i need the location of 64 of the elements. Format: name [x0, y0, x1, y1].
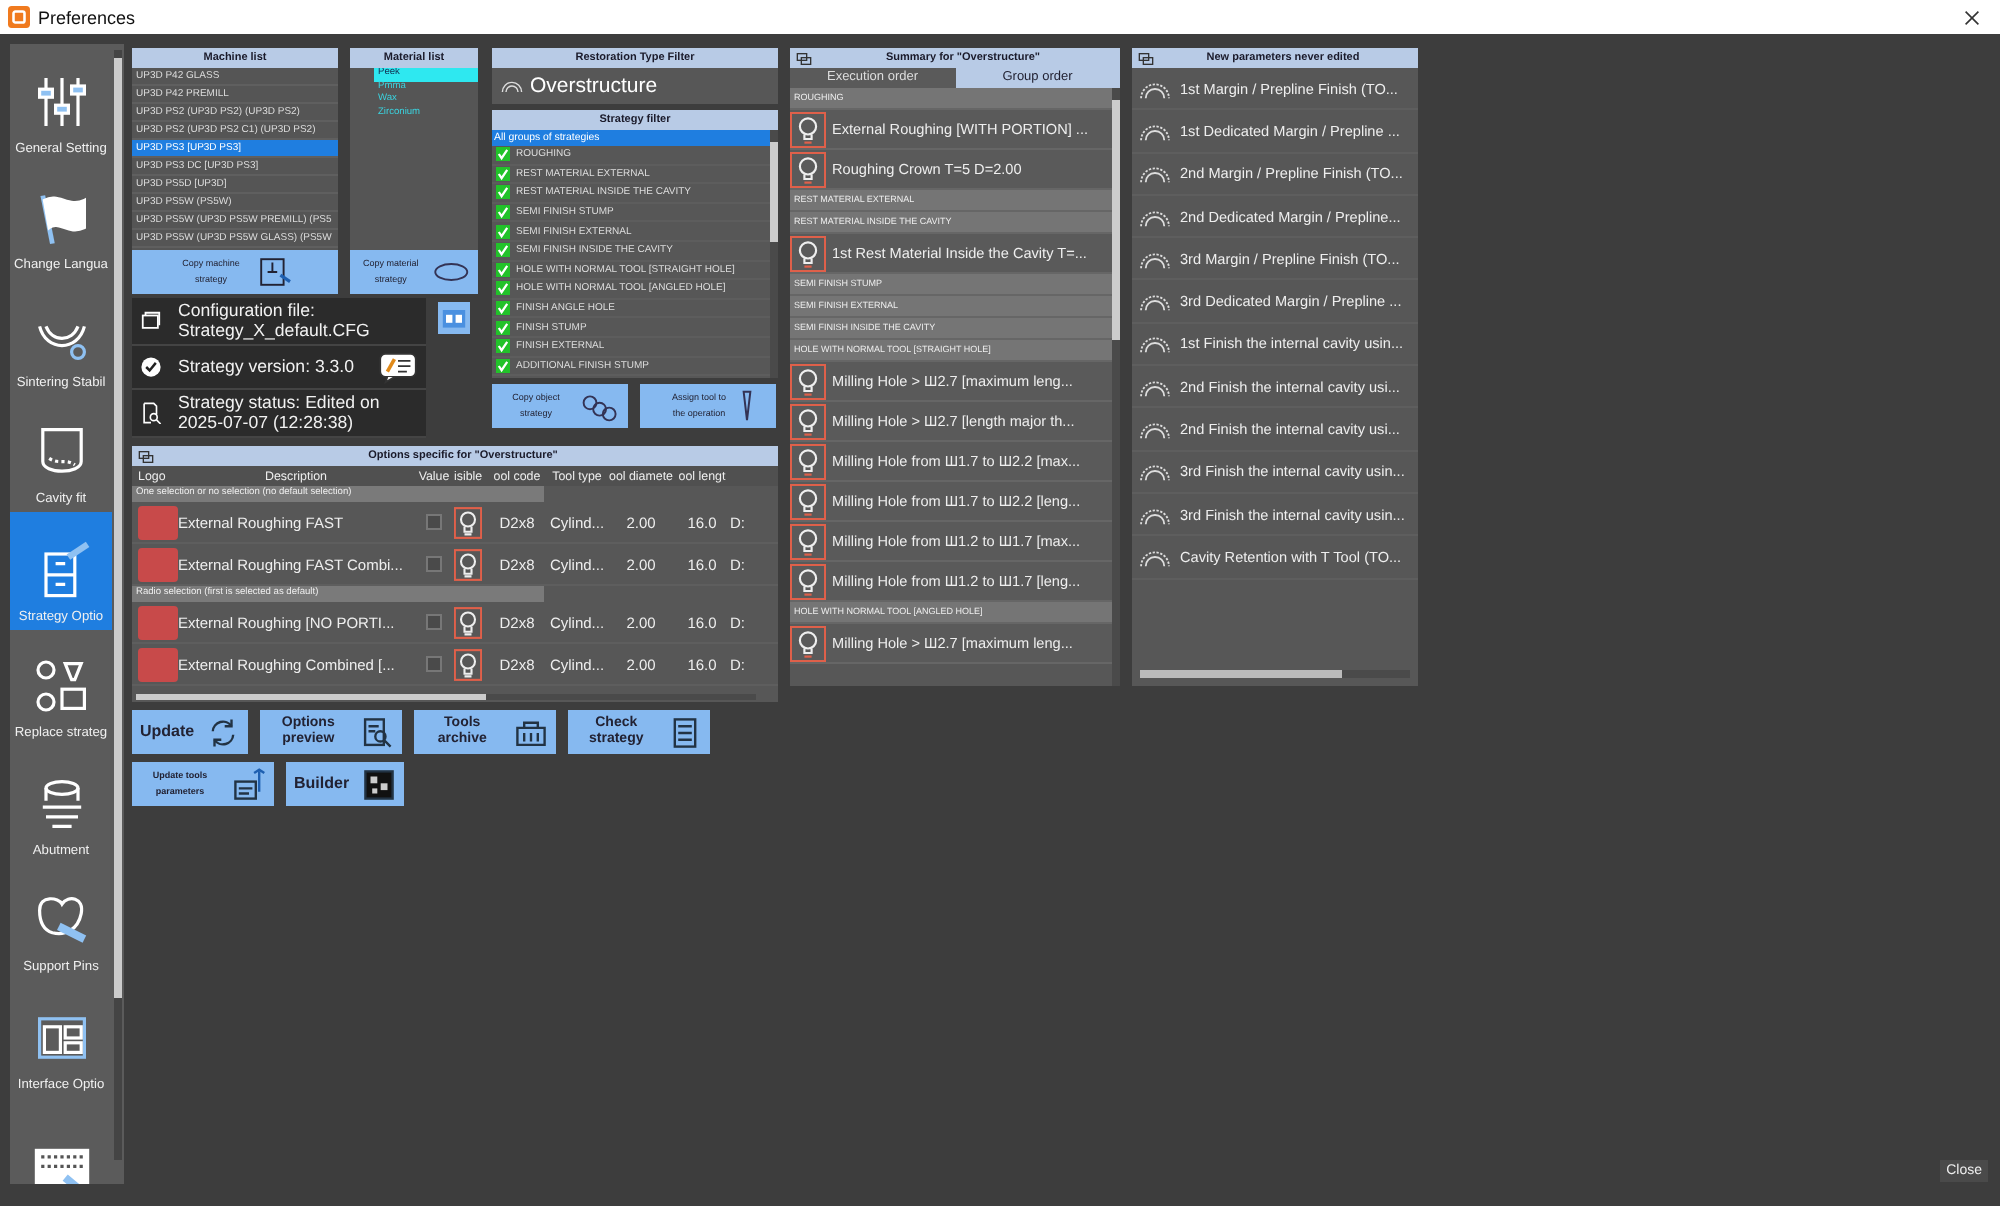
- windows-icon: [1138, 51, 1154, 65]
- lightbulb-icon[interactable]: [454, 605, 482, 639]
- lightbulb-icon[interactable]: [790, 111, 826, 147]
- checkbox[interactable]: [496, 280, 510, 297]
- strategy-version-text: Strategy version: 3.3.0: [178, 357, 355, 377]
- scrollbar[interactable]: [1140, 670, 1410, 678]
- restoration-type-value[interactable]: Overstructure: [530, 74, 658, 98]
- lightbulb-icon[interactable]: [790, 563, 826, 599]
- app-icon: [8, 6, 30, 28]
- gauge-icon: [1138, 205, 1172, 228]
- action-button[interactable]: Update: [132, 710, 249, 754]
- photo-placeholder: [138, 605, 178, 639]
- gauge-icon: [1138, 77, 1172, 100]
- qr-code-icon: [361, 767, 396, 801]
- scrollbar[interactable]: [770, 130, 778, 378]
- lightbulb-icon[interactable]: [790, 403, 826, 439]
- folder-icon: [140, 310, 162, 332]
- cutter-icon: [741, 390, 751, 422]
- gauge-icon: [1138, 162, 1172, 185]
- close-icon[interactable]: [1964, 9, 1980, 25]
- checkbox[interactable]: [426, 614, 442, 630]
- checkbox[interactable]: [426, 556, 442, 572]
- lightbulb-icon[interactable]: [790, 523, 826, 559]
- gauge-icon: [1138, 375, 1172, 398]
- scrollbar[interactable]: [136, 694, 756, 700]
- note-icon[interactable]: [378, 351, 418, 383]
- photo-placeholder: [138, 547, 178, 581]
- lightbulb-icon[interactable]: [454, 647, 482, 681]
- document-arrow-icon: [232, 767, 266, 801]
- document-search-icon: [140, 402, 162, 424]
- gauge-icon: [1138, 290, 1172, 313]
- windows-icon: [138, 449, 154, 463]
- lightbulb-icon[interactable]: [790, 443, 826, 479]
- checkbox[interactable]: [426, 656, 442, 672]
- windows-icon: [796, 51, 812, 65]
- lightbulb-icon[interactable]: [790, 151, 826, 187]
- action-button[interactable]: Builder: [286, 762, 404, 806]
- lightbulb-icon[interactable]: [790, 235, 826, 271]
- open-folder-button[interactable]: [438, 302, 470, 334]
- lightbulb-icon[interactable]: [790, 625, 826, 661]
- gauge-icon: [500, 78, 524, 94]
- gauge-icon: [1138, 247, 1172, 270]
- photo-placeholder: [138, 647, 178, 681]
- checkbox[interactable]: [496, 184, 510, 201]
- gauge-icon: [1138, 503, 1172, 526]
- checkbox[interactable]: [426, 514, 442, 530]
- scrollbar[interactable]: [1112, 88, 1120, 686]
- gauge-icon: [1138, 332, 1172, 355]
- lightbulb-icon[interactable]: [790, 363, 826, 399]
- gauge-icon: [1138, 460, 1172, 483]
- photo-placeholder: [138, 505, 178, 539]
- configuration-file-text: Configuration file: Strategy_X_default.CFG: [178, 302, 370, 340]
- lightbulb-icon[interactable]: [454, 505, 482, 539]
- strategy-status-text: Strategy status: Edited on 2025-07-07 (12:28:38): [178, 394, 380, 432]
- check-circle-icon: [140, 356, 162, 378]
- gauge-icon: [1138, 119, 1172, 142]
- window-title: Preferences: [38, 7, 136, 27]
- document-search-icon: [360, 715, 395, 749]
- lightbulb-icon[interactable]: [790, 483, 826, 519]
- gauge-icon: [1138, 545, 1172, 568]
- lightbulb-icon[interactable]: [454, 547, 482, 581]
- scrollbar[interactable]: [114, 50, 122, 1160]
- circles-icon: [578, 390, 618, 422]
- gauge-icon: [1138, 418, 1172, 441]
